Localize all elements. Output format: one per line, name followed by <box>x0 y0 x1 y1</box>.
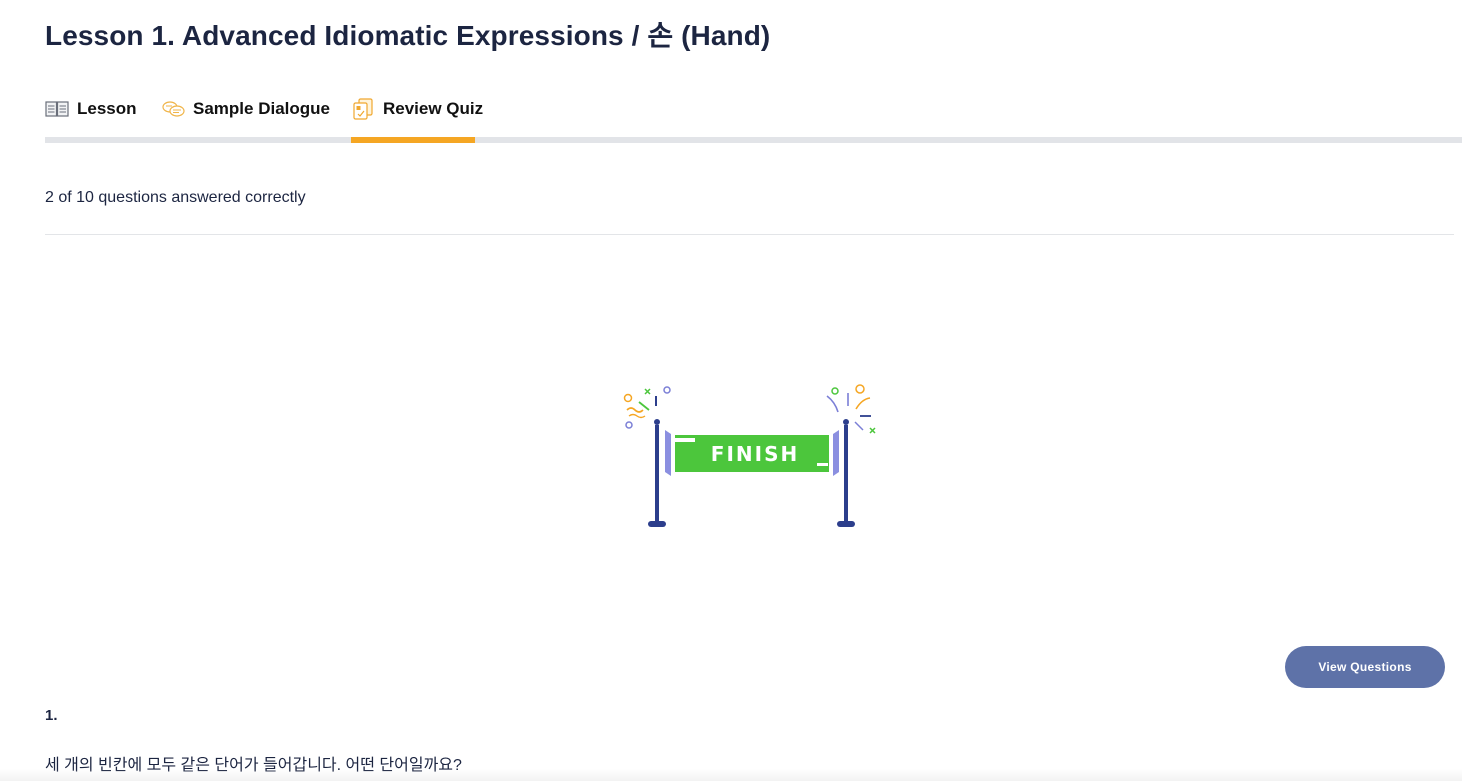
page-title: Lesson 1. Advanced Idiomatic Expressions… <box>45 20 771 51</box>
tab-sample-dialogue-label: Sample Dialogue <box>193 99 330 118</box>
tab-lesson-label: Lesson <box>77 99 137 118</box>
finish-line-illustration: FINISH <box>623 384 876 527</box>
book-icon <box>45 97 69 121</box>
tab-review-quiz[interactable]: Review Quiz <box>351 97 484 137</box>
finish-banner-text: FINISH <box>711 442 799 466</box>
tab-track <box>45 137 1462 143</box>
quiz-score-summary: 2 of 10 questions answered correctly <box>45 189 306 206</box>
question-number: 1. <box>45 707 58 724</box>
question-text: 세 개의 빈칸에 모두 같은 단어가 들어갑니다. 어떤 단어일까요? <box>45 757 462 774</box>
tab-sample-dialogue[interactable]: Sample Dialogue <box>161 97 330 137</box>
tab-lesson[interactable]: Lesson <box>45 97 137 137</box>
quiz-results-page: Lesson 1. Advanced Idiomatic Expressions… <box>0 0 1462 781</box>
active-tab-indicator <box>351 137 475 143</box>
view-questions-button[interactable]: View Questions <box>1285 646 1445 688</box>
tab-review-quiz-label: Review Quiz <box>383 99 484 118</box>
quiz-cards-icon <box>351 97 375 121</box>
dialogue-bubbles-icon <box>161 97 185 121</box>
tab-bar: Lesson Sample Dialogue Review Quiz <box>45 97 1462 143</box>
section-divider <box>45 234 1454 235</box>
